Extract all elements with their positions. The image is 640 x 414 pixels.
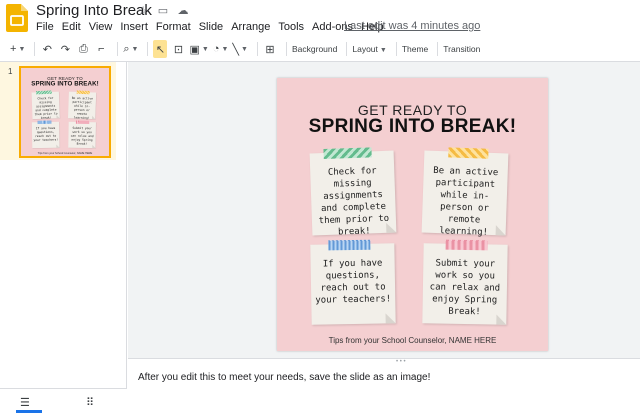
theme-button[interactable]: Theme (402, 44, 428, 54)
active-view-indicator (16, 410, 42, 413)
zoom-icon[interactable]: ⌕ ▼ (123, 40, 138, 58)
menu-format[interactable]: Format (152, 20, 195, 34)
layout-label: Layout (352, 44, 378, 54)
slide-footer[interactable]: Tips from your School Counselor, NAME HE… (277, 336, 548, 345)
folder-icon[interactable]: ▭ (156, 4, 170, 17)
transition-button[interactable]: Transition (443, 44, 480, 54)
page-fold (496, 314, 507, 325)
page-fold (92, 115, 96, 120)
toolbar-divider (117, 42, 119, 56)
title-icons: ☆ ▭ ☁ (136, 4, 190, 17)
thumb-note-text: Check for missing assignments and comple… (34, 96, 58, 120)
thumb-note-3: If you have questions, reach out to your… (31, 120, 60, 149)
chevron-down-icon: ▼ (201, 45, 209, 53)
toolbar-divider (34, 42, 36, 56)
line-icon[interactable]: ╲ ▼ (232, 40, 248, 58)
select-cursor-icon[interactable]: ↖ (153, 40, 168, 58)
menu-tools[interactable]: Tools (274, 20, 308, 34)
grid-view-icon[interactable]: ⠿ (86, 396, 94, 409)
toolbar-divider (346, 42, 348, 56)
redo-icon[interactable]: ↷ (58, 40, 72, 58)
washi-tape (448, 147, 489, 159)
slides-logo-icon[interactable] (6, 4, 28, 32)
sticky-note-2[interactable]: Be an active participant while in-person… (421, 147, 509, 238)
tape (75, 120, 90, 125)
cloud-icon[interactable]: ☁ (176, 4, 190, 17)
new-slide-button[interactable]: + ▼ (10, 40, 25, 58)
thumb-footer: Tips from your School Counselor, NAME HE… (37, 151, 93, 155)
text-box-icon[interactable]: ⊡ (171, 40, 185, 58)
toolbar: + ▼ ↶ ↷ ⎙ ⌐ ⌕ ▼ ↖ ⊡ ▣ ▼ ◔ ▼ ╲ ▼ ⊞ Background … (0, 38, 640, 60)
sticky-note-text: Submit your work so you can relax and en… (429, 258, 501, 318)
page-fold (92, 144, 96, 149)
speaker-notes-text[interactable]: After you edit this to meet your needs, … (138, 372, 430, 383)
thumb-title: SPRING INTO BREAK! (31, 80, 99, 88)
speaker-notes-panel[interactable] (128, 358, 640, 414)
sticky-note-text: If you have questions, reach out to your… (315, 258, 392, 306)
toolbar-divider (147, 42, 149, 56)
page-fold (385, 313, 396, 324)
chevron-down-icon: ▼ (379, 47, 387, 54)
background-button[interactable]: Background (292, 44, 337, 54)
star-icon[interactable]: ☆ (136, 4, 150, 17)
chevron-down-icon: ▼ (18, 45, 26, 53)
shape-icon[interactable]: ◔ ▼ (213, 40, 229, 58)
sticky-note-text: Check for missing assignments and comple… (318, 166, 390, 238)
chevron-down-icon: ▼ (131, 45, 139, 53)
menu-slide[interactable]: Slide (195, 20, 227, 34)
slide: GET READY TO SPRING INTO BREAK! Check fo… (277, 78, 548, 351)
thumb-note-text: Submit your work so you can relax and en… (70, 126, 94, 146)
toolbar-divider (395, 42, 397, 56)
menu-bar: File Edit View Insert Format Slide Arran… (32, 20, 388, 34)
menu-edit[interactable]: Edit (58, 20, 85, 34)
document-title[interactable]: Spring Into Break (36, 2, 152, 19)
resize-handle-icon[interactable]: • • • (396, 359, 406, 365)
washi-tape (323, 147, 372, 159)
thumbnail-slide: GET READY TO SPRING INTO BREAK! Check fo… (21, 68, 109, 156)
chevron-down-icon: ▼ (221, 45, 229, 53)
undo-icon[interactable]: ↶ (40, 40, 54, 58)
thumb-note-text: If you have questions, reach out to your… (33, 126, 59, 142)
washi-tape (445, 239, 488, 251)
page-fold (56, 144, 60, 148)
page-fold (386, 222, 397, 233)
page-fold (56, 114, 60, 119)
filmstrip-slide-1[interactable]: 1 GET READY TO SPRING INTO BREAK! Check … (0, 62, 116, 160)
menu-file[interactable]: File (32, 20, 58, 34)
thumb-note-text: Be an active participant while in-person… (71, 96, 93, 120)
washi-tape (328, 239, 371, 251)
page-fold (495, 225, 506, 236)
menu-arrange[interactable]: Arrange (227, 20, 274, 34)
tape (76, 90, 90, 95)
filmstrip: 1 GET READY TO SPRING INTO BREAK! Check … (0, 62, 127, 414)
slide-editor[interactable]: GET READY TO SPRING INTO BREAK! Check fo… (277, 78, 548, 351)
slides-app: Spring Into Break ☆ ▭ ☁ File Edit View I… (0, 0, 640, 414)
toolbar-divider (437, 42, 439, 56)
filmstrip-view-icon[interactable]: ☰ (20, 396, 30, 409)
slide-title[interactable]: SPRING INTO BREAK! (277, 116, 548, 138)
slide-thumbnail[interactable]: GET READY TO SPRING INTO BREAK! Check fo… (19, 66, 111, 158)
menu-view[interactable]: View (85, 20, 117, 34)
sticky-note-text: Be an active participant while in-person… (433, 165, 499, 238)
image-icon[interactable]: ▣ ▼ (189, 40, 208, 58)
thumb-note-1: Check for missing assignments and comple… (31, 90, 60, 120)
sticky-note-3[interactable]: If you have questions, reach out to your… (310, 239, 396, 325)
tape (36, 90, 52, 95)
sticky-note-1[interactable]: Check for missing assignments and comple… (309, 147, 397, 238)
thumb-note-2: Be an active participant while in-person… (67, 90, 97, 120)
tape (37, 120, 52, 125)
comment-icon[interactable]: ⊞ (263, 40, 277, 58)
slide-number: 1 (8, 67, 13, 76)
thumb-note-4: Submit your work so you can relax and en… (68, 120, 96, 149)
layout-button[interactable]: Layout ▼ (352, 44, 386, 54)
last-edit-link[interactable]: Last edit was 4 minutes ago (344, 20, 480, 32)
chevron-down-icon: ▼ (241, 45, 248, 53)
print-icon[interactable]: ⎙ (76, 40, 90, 58)
menu-insert[interactable]: Insert (116, 20, 152, 34)
paint-format-icon[interactable]: ⌐ (94, 40, 108, 58)
sticky-note-4[interactable]: Submit your work so you can relax and en… (422, 239, 508, 325)
thumbnail-content: GET READY TO SPRING INTO BREAK! Check fo… (21, 68, 109, 156)
toolbar-divider (256, 42, 258, 56)
toolbar-divider (285, 42, 287, 56)
